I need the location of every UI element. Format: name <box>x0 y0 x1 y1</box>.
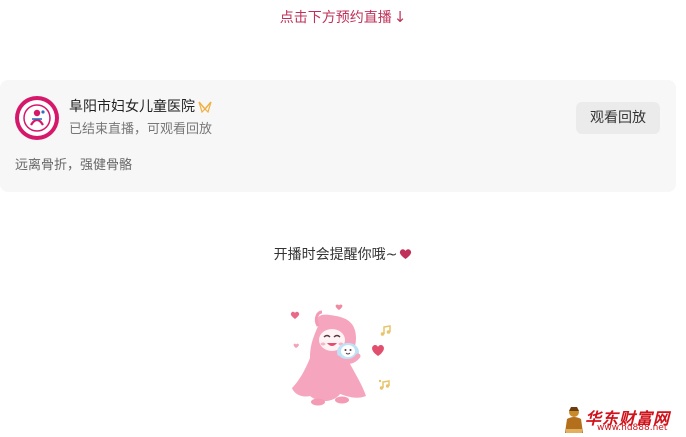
watermark-url: www.hd888.net <box>597 423 668 433</box>
live-card[interactable]: 阜阳市妇女儿童医院 已结束直播，可观看回放 观看回放 远离骨折，强健骨骼 <box>0 80 676 192</box>
arrow-down-icon: ↓ <box>393 8 407 26</box>
hospital-name-text[interactable]: 阜阳市妇女儿童医院 <box>69 99 195 115</box>
verified-badge-icon <box>198 99 212 119</box>
reserve-hint: 点击下方预约直播 ↓ <box>0 7 686 28</box>
floating-heart-icon <box>290 311 300 319</box>
heart-icon <box>399 246 412 266</box>
reminder-text: 开播时会提醒你哦~ <box>273 247 398 263</box>
reserve-hint-text: 点击下方预约直播 <box>279 10 392 26</box>
reminder-message: 开播时会提醒你哦~ <box>0 245 686 266</box>
live-status-text: 已结束直播，可观看回放 <box>69 122 213 137</box>
hospital-name[interactable]: 阜阳市妇女儿童医院 <box>69 97 212 119</box>
live-reservation-page: 点击下方预约直播 ↓ 阜阳市妇女儿童医院 已结束直播，可观看回放 观看回放 远离… <box>0 0 686 437</box>
watermark-figure-icon <box>565 407 583 433</box>
hospital-logo-icon <box>19 100 55 136</box>
live-title: 远离骨折，强健骨骼 <box>15 158 133 173</box>
watermark-logo: 华东财富网 www.hd888.net <box>563 405 683 435</box>
hospital-avatar[interactable] <box>15 96 59 140</box>
mascot-illustration <box>282 284 398 412</box>
watch-replay-button[interactable]: 观看回放 <box>576 102 660 134</box>
